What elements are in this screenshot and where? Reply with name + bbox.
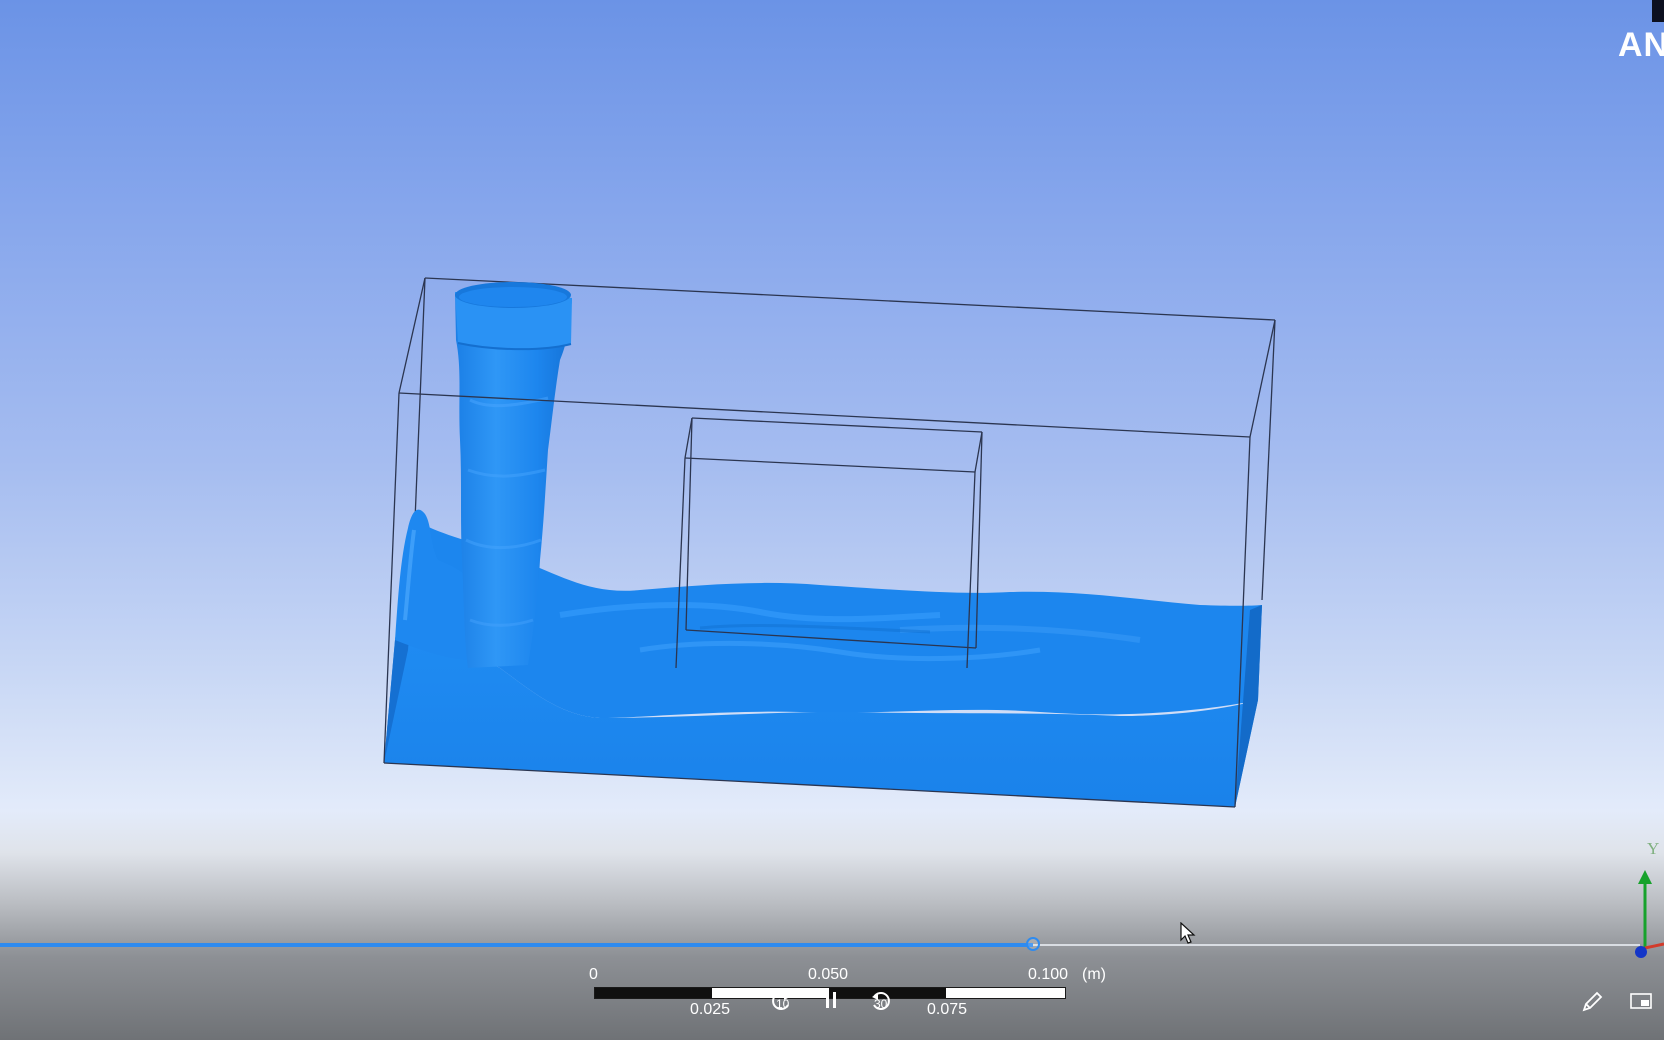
timeline-scrub-handle[interactable] bbox=[1026, 937, 1040, 951]
axis-y-label: Y bbox=[1647, 839, 1659, 858]
pencil-icon[interactable] bbox=[1580, 990, 1604, 1014]
viewport[interactable]: AN 0 0.050 0.100 (m) 0.025 0.075 10 30 Y bbox=[0, 0, 1664, 1040]
rewind-button[interactable]: 10 bbox=[768, 989, 796, 1016]
scale-label-0025: 0.025 bbox=[690, 1001, 731, 1018]
scale-label-0050: 0.050 bbox=[808, 966, 849, 983]
simulation-scene[interactable] bbox=[0, 0, 1664, 940]
pause-button[interactable] bbox=[824, 991, 838, 1014]
scale-label-0: 0 bbox=[589, 966, 598, 983]
axis-triad: Y bbox=[1635, 839, 1664, 958]
forward-seconds: 30 bbox=[874, 997, 888, 1011]
axis-z-dot bbox=[1635, 946, 1647, 958]
forward-button[interactable]: 30 bbox=[866, 989, 894, 1016]
rewind-seconds: 10 bbox=[776, 997, 790, 1011]
axis-x-line bbox=[1644, 942, 1664, 950]
pause-icon bbox=[826, 992, 836, 1008]
scale-label-0100: 0.100 bbox=[1028, 966, 1069, 983]
scale-bar-segment bbox=[595, 988, 712, 998]
scale-label-0075: 0.075 bbox=[927, 1001, 968, 1018]
scale-unit: (m) bbox=[1082, 966, 1106, 983]
window-icon[interactable] bbox=[1630, 993, 1652, 1009]
mouse-cursor-icon bbox=[1180, 922, 1196, 944]
timeline-progress bbox=[0, 943, 1033, 947]
axis-y-arrow bbox=[1638, 870, 1652, 884]
